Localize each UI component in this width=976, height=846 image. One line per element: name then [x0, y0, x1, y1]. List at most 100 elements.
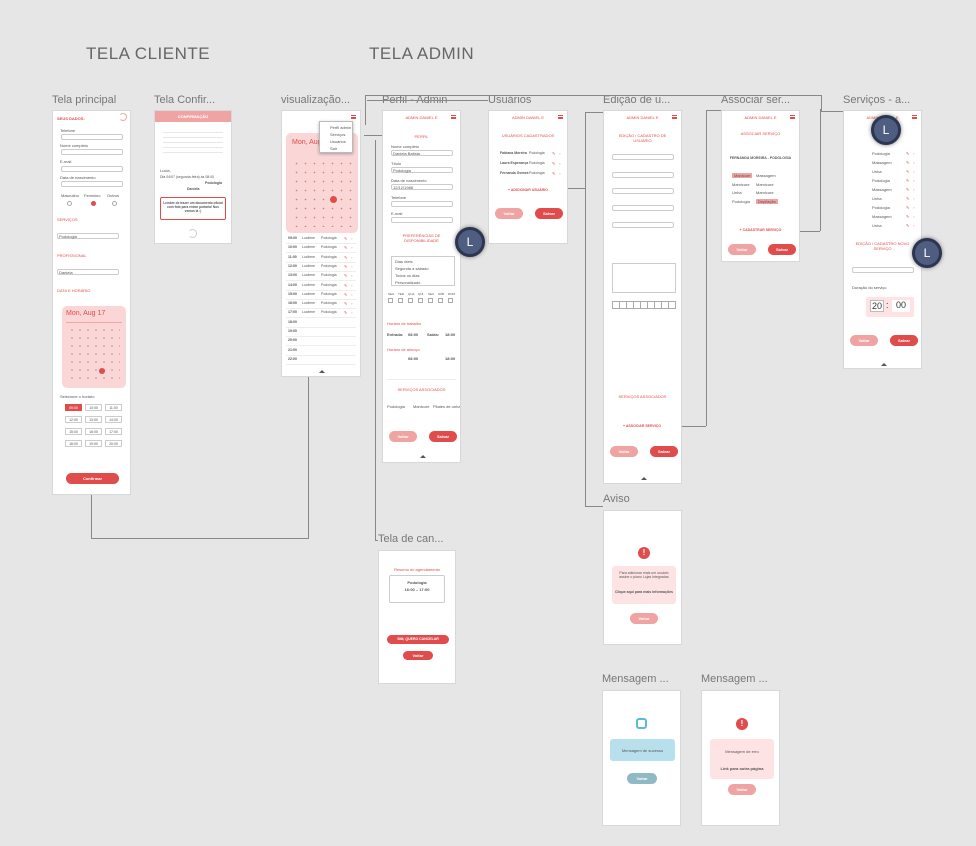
edit-icon[interactable]: ✎	[552, 161, 555, 166]
titulo-input[interactable]	[612, 172, 674, 178]
voltar-button[interactable]: Voltar	[728, 244, 756, 255]
edit-icon[interactable]: ✎	[552, 171, 555, 176]
telefone-input[interactable]	[61, 134, 123, 140]
menu-item-servicos[interactable]: Serviços	[330, 132, 345, 137]
refresh-icon[interactable]	[188, 229, 197, 238]
menu-icon[interactable]	[912, 115, 917, 119]
trash-icon[interactable]: ▫	[559, 161, 560, 166]
edit-icon[interactable]: ✎	[344, 283, 347, 288]
salvar-button[interactable]: Salvar	[768, 244, 796, 255]
email-input[interactable]	[612, 222, 674, 228]
trash-icon[interactable]: ▫	[351, 273, 352, 278]
refresh-icon[interactable]	[119, 113, 127, 121]
menu-item-sair[interactable]: Sair	[330, 146, 337, 151]
time-slot[interactable]: 14:00	[105, 416, 122, 423]
trash-icon[interactable]: ▫	[351, 301, 352, 306]
trash-icon[interactable]: ▫	[913, 196, 914, 201]
voltar-button[interactable]: Voltar	[627, 773, 657, 784]
voltar-button[interactable]: Voltar	[630, 613, 658, 624]
salvar-button[interactable]: Salvar	[429, 431, 457, 442]
visual-selected-day[interactable]	[330, 196, 337, 203]
edit-icon[interactable]: ✎	[906, 151, 909, 156]
voltar-button[interactable]: Voltar	[389, 431, 417, 442]
trash-icon[interactable]: ▫	[351, 264, 352, 269]
menu-icon[interactable]	[790, 115, 795, 119]
edit-icon[interactable]: ✎	[906, 160, 909, 165]
service-option[interactable]: Mamicure	[756, 190, 774, 195]
edit-icon[interactable]: ✎	[344, 264, 347, 269]
trash-icon[interactable]: ▫	[351, 255, 352, 260]
disponibilidade-select[interactable]	[612, 263, 676, 293]
error-link[interactable]: Link para outra página	[710, 766, 774, 771]
email-input[interactable]	[391, 217, 453, 223]
time-slot[interactable]: 18:00	[65, 440, 82, 447]
time-slot[interactable]: 10:00	[85, 404, 102, 411]
edit-icon[interactable]: ✎	[906, 196, 909, 201]
time-slot[interactable]: 17:00	[105, 428, 122, 435]
saida-value[interactable]: 18:00	[445, 332, 455, 337]
scroll-up-icon[interactable]	[319, 370, 325, 373]
service-option[interactable]: Unha	[732, 190, 742, 195]
day-checkbox[interactable]	[438, 298, 443, 303]
opt-3[interactable]: Personalizado	[395, 280, 420, 285]
edit-icon[interactable]: ✎	[906, 169, 909, 174]
edit-icon[interactable]: ✎	[906, 214, 909, 219]
voltar-button[interactable]: Voltar	[850, 335, 878, 346]
time-slot[interactable]: 15:00	[65, 428, 82, 435]
day-checkbox[interactable]	[418, 298, 423, 303]
edit-icon[interactable]: ✎	[906, 178, 909, 183]
opt-0[interactable]: Dias úteis	[395, 259, 413, 264]
time-slot[interactable]: 20:00	[105, 440, 122, 447]
cadastrar-servico-link[interactable]: + CADASTRAR SERVIÇO	[722, 228, 799, 233]
edit-icon[interactable]: ✎	[906, 223, 909, 228]
trash-icon[interactable]: ▫	[351, 245, 352, 250]
time-slot[interactable]: 11:00	[105, 404, 122, 411]
trash-icon[interactable]: ▫	[913, 187, 914, 192]
time-slot[interactable]: 19:00	[85, 440, 102, 447]
radio-outros[interactable]	[112, 201, 117, 206]
calendar[interactable]: Mon, Aug 17	[62, 306, 126, 388]
menu-item-perfil[interactable]: Perfil admin	[330, 125, 351, 130]
trash-icon[interactable]: ▫	[913, 223, 914, 228]
duracao-picker[interactable]: 20 : 00	[866, 297, 914, 317]
days-checkboxes[interactable]	[612, 301, 676, 309]
service-option[interactable]: Podologia	[732, 199, 750, 204]
trash-icon[interactable]: ▫	[913, 169, 914, 174]
confirm-cancel-button[interactable]: SIM, QUERO CANCELAR	[387, 635, 449, 644]
entrada-value[interactable]: 08:00	[408, 332, 418, 337]
telefone-input[interactable]	[612, 205, 674, 211]
trash-icon[interactable]: ▫	[559, 171, 560, 176]
time-slot[interactable]: 09:00	[65, 404, 82, 411]
servico-select[interactable]	[852, 267, 914, 273]
trash-icon[interactable]: ▫	[351, 283, 352, 288]
edit-icon[interactable]: ✎	[344, 273, 347, 278]
edit-icon[interactable]: ✎	[344, 292, 347, 297]
scroll-up-icon[interactable]	[420, 455, 426, 458]
nascimento-input[interactable]	[61, 181, 123, 187]
trash-icon[interactable]: ▫	[913, 205, 914, 210]
trash-icon[interactable]: ▫	[913, 151, 914, 156]
edit-icon[interactable]: ✎	[344, 255, 347, 260]
menu-icon[interactable]	[351, 115, 356, 119]
trash-icon[interactable]: ▫	[913, 160, 914, 165]
edit-icon[interactable]: ✎	[906, 187, 909, 192]
edit-icon[interactable]: ✎	[344, 236, 347, 241]
menu-item-usuarios[interactable]: Usuários	[330, 139, 346, 144]
day-checkbox[interactable]	[428, 298, 433, 303]
trash-icon[interactable]: ▫	[913, 214, 914, 219]
salvar-button[interactable]: Salvar	[650, 446, 678, 457]
nascimento-input[interactable]	[612, 188, 674, 194]
day-checkbox[interactable]	[398, 298, 403, 303]
service-option[interactable]: Manicure	[732, 173, 753, 178]
trash-icon[interactable]: ▫	[913, 178, 914, 183]
menu-icon[interactable]	[672, 115, 677, 119]
edit-icon[interactable]: ✎	[906, 205, 909, 210]
trash-icon[interactable]: ▫	[351, 292, 352, 297]
service-option[interactable]: Massagem	[756, 173, 776, 178]
duracao-hours[interactable]: 20	[870, 300, 884, 312]
salvar-button[interactable]: Salvar	[890, 335, 918, 346]
almoco-saida-value[interactable]: 18:00	[445, 356, 455, 361]
telefone-input[interactable]	[391, 201, 453, 207]
menu-icon[interactable]	[451, 115, 456, 119]
radio-feminino[interactable]	[91, 201, 96, 206]
